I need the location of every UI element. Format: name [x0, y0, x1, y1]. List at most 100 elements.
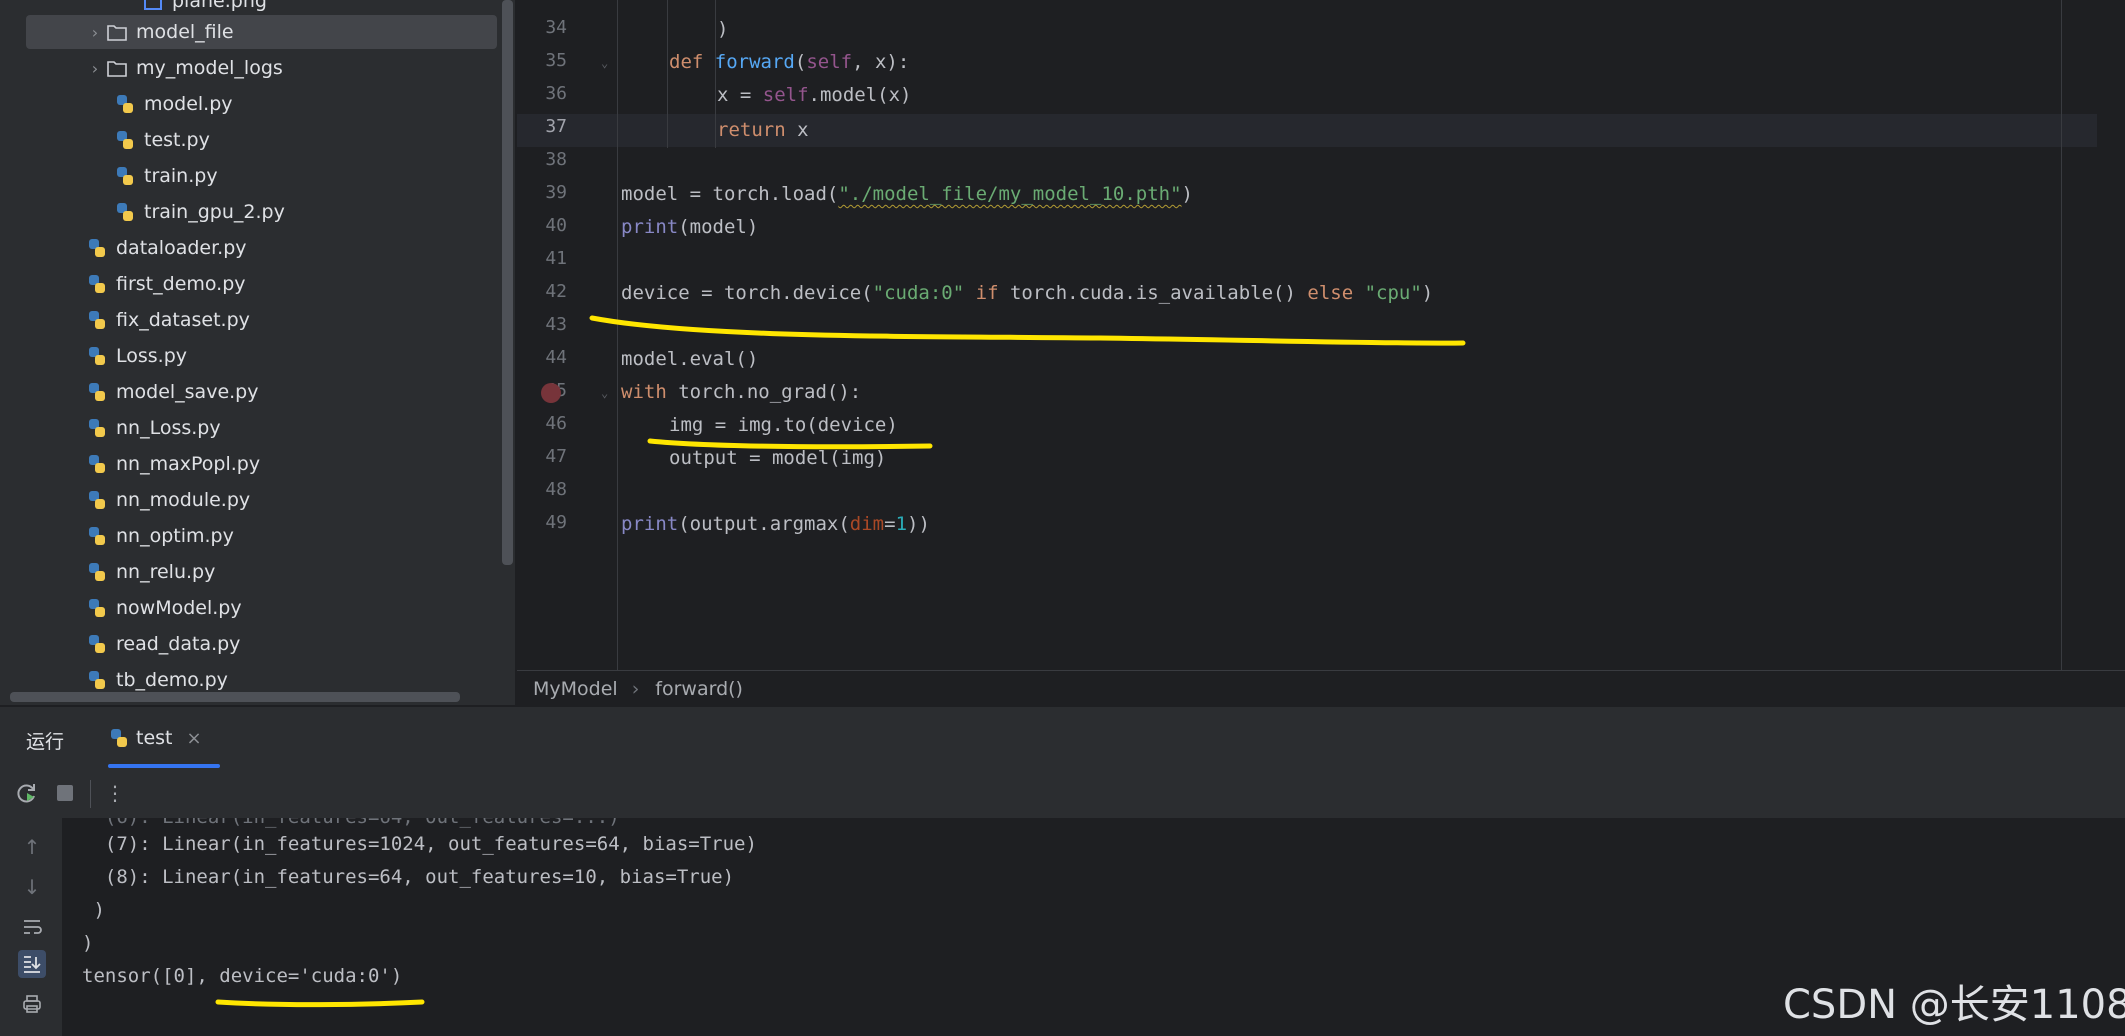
code-editor[interactable]: 34 35 36 37 38 39 40 41 42 43 44 45 46 4…: [517, 0, 2125, 670]
code-line-34: ): [717, 18, 729, 40]
stop-icon[interactable]: [52, 780, 78, 806]
python-file-icon: [86, 273, 108, 295]
tree-item-first-demo-py[interactable]: first_demo.py: [26, 267, 497, 301]
tree-item-my-model-logs[interactable]: › my_model_logs: [26, 51, 497, 85]
folder-icon: [106, 21, 128, 43]
breadcrumb-method[interactable]: forward(): [655, 678, 743, 700]
right-margin-guide: [2061, 0, 2062, 670]
gutter-separator: [617, 0, 618, 670]
soft-wrap-icon[interactable]: [18, 913, 46, 941]
code-line-44: model.eval(): [621, 348, 759, 370]
run-side-toolbar: ↑ ↓: [0, 818, 62, 1036]
tree-item-dataloader-py[interactable]: dataloader.py: [26, 231, 497, 265]
console-line: ): [82, 899, 105, 921]
code-line-39: model = torch.load("./model_file/my_mode…: [621, 183, 1193, 205]
python-file-icon: [114, 201, 136, 223]
run-tab-label: test: [136, 727, 173, 749]
tree-item-model-py[interactable]: model.py: [26, 87, 497, 121]
python-file-icon: [86, 417, 108, 439]
python-file-icon: [86, 345, 108, 367]
python-file-icon: [114, 129, 136, 151]
tree-horizontal-scrollbar[interactable]: [10, 692, 460, 702]
line-number: 47: [545, 446, 567, 467]
code-line-40: print(model): [621, 216, 759, 238]
console-line: ): [82, 932, 94, 954]
python-file-icon: [114, 165, 136, 187]
tree-item-nn-loss-py[interactable]: nn_Loss.py: [26, 411, 497, 445]
line-number: 38: [545, 149, 567, 170]
run-toolbar: ⋮: [0, 768, 2125, 818]
code-line-49: print(output.argmax(dim=1)): [621, 513, 930, 535]
tree-item-train-py[interactable]: train.py: [26, 159, 497, 193]
breadcrumb-class[interactable]: MyModel: [533, 678, 618, 700]
python-file-icon: [114, 93, 136, 115]
tree-item-model-file[interactable]: › model_file: [26, 15, 497, 49]
python-file-icon: [86, 669, 108, 691]
tree-item-loss-py[interactable]: Loss.py: [26, 339, 497, 373]
python-file-icon: [86, 525, 108, 547]
tree-item-nn-optim-py[interactable]: nn_optim.py: [26, 519, 497, 553]
breakpoint-icon[interactable]: [541, 383, 561, 403]
console-line-partial: (6): Linear(in_features=64, out_features…: [82, 818, 620, 828]
more-options-icon[interactable]: ⋮: [102, 780, 128, 806]
tree-item-nn-module-py[interactable]: nn_module.py: [26, 483, 497, 517]
line-number: 44: [545, 347, 567, 368]
code-line-45: with torch.no_grad():: [621, 381, 862, 403]
project-tree: plane.png › model_file › my_model_logs m…: [0, 0, 515, 705]
python-file-icon: [86, 309, 108, 331]
line-number: 41: [545, 248, 567, 269]
line-number: 34: [545, 17, 567, 38]
folder-icon: [106, 57, 128, 79]
close-icon[interactable]: ×: [187, 728, 202, 749]
fold-marker-icon[interactable]: ⌄: [601, 386, 608, 400]
line-number-gutter: 34 35 36 37 38 39 40 41 42 43 44 45 46 4…: [517, 0, 617, 670]
tree-item-nowmodel-py[interactable]: nowModel.py: [26, 591, 497, 625]
line-number: 48: [545, 479, 567, 500]
code-line-42: device = torch.device("cuda:0" if torch.…: [621, 282, 1434, 304]
arrow-down-icon[interactable]: ↓: [18, 873, 46, 901]
code-line-46: img = img.to(device): [669, 414, 898, 436]
tree-item-nn-relu-py[interactable]: nn_relu.py: [26, 555, 497, 589]
line-number: 46: [545, 413, 567, 434]
line-number: 49: [545, 512, 567, 533]
scroll-to-end-icon[interactable]: [18, 950, 46, 978]
console-line: (8): Linear(in_features=64, out_features…: [82, 866, 735, 888]
code-line-36: x = self.model(x): [717, 84, 912, 106]
line-number: 43: [545, 314, 567, 335]
console-line: (7): Linear(in_features=1024, out_featur…: [82, 833, 757, 855]
python-file-icon: [86, 597, 108, 619]
line-number: 35: [545, 50, 567, 71]
python-file-icon: [108, 727, 130, 749]
fold-marker-icon[interactable]: ⌄: [601, 56, 608, 70]
chevron-right-icon[interactable]: ›: [84, 23, 106, 42]
tree-vertical-scrollbar[interactable]: [502, 0, 513, 565]
tree-item-test-py[interactable]: test.py: [26, 123, 497, 157]
image-file-icon: [142, 0, 164, 12]
run-tab-test[interactable]: test ×: [108, 715, 202, 761]
tree-item-fix-dataset-py[interactable]: fix_dataset.py: [26, 303, 497, 337]
rerun-icon[interactable]: [14, 780, 40, 806]
console-line: tensor([0], device='cuda:0'): [82, 965, 403, 987]
line-number: 39: [545, 182, 567, 203]
python-file-icon: [86, 633, 108, 655]
breadcrumb-separator: ›: [631, 677, 640, 700]
breadcrumb: MyModel › forward(): [517, 670, 2125, 706]
print-icon[interactable]: [18, 990, 46, 1018]
line-number: 40: [545, 215, 567, 236]
tree-item-model-save-py[interactable]: model_save.py: [26, 375, 497, 409]
run-window-title: 运行: [26, 731, 65, 753]
line-number: 36: [545, 83, 567, 104]
tree-item-nn-maxpopl-py[interactable]: nn_maxPopl.py: [26, 447, 497, 481]
toolbar-separator: [90, 780, 91, 808]
tree-item-read-data-py[interactable]: read_data.py: [26, 627, 497, 661]
code-line-37: return x: [717, 119, 809, 141]
python-file-icon: [86, 561, 108, 583]
line-number: 37: [545, 116, 567, 137]
code-line-35: def forward(self, x):: [669, 51, 910, 73]
tree-item-train-gpu-2-py[interactable]: train_gpu_2.py: [26, 195, 497, 229]
watermark: CSDN @长安1108: [1783, 982, 2125, 1028]
python-file-icon: [86, 381, 108, 403]
python-file-icon: [86, 489, 108, 511]
arrow-up-icon[interactable]: ↑: [18, 833, 46, 861]
chevron-right-icon[interactable]: ›: [84, 59, 106, 78]
